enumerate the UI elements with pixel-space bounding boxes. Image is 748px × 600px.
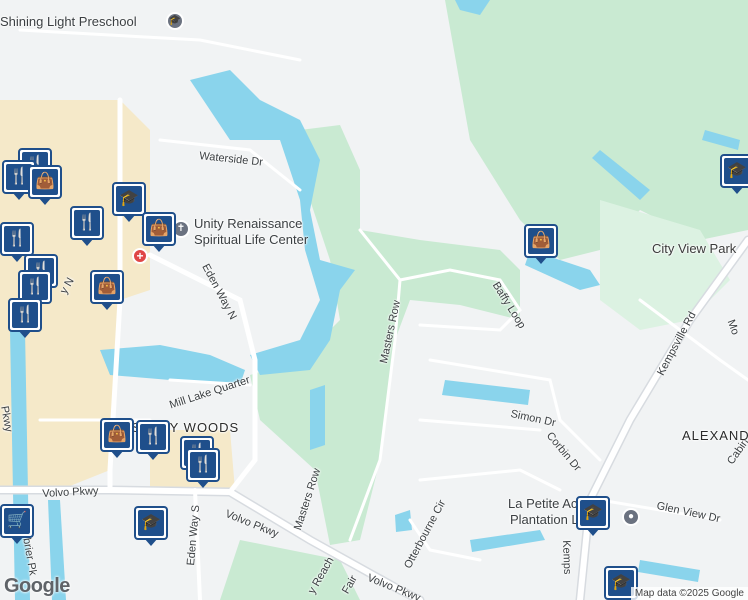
shopping-bag-icon: 👜 xyxy=(94,274,120,300)
graduation-cap-icon: 🎓 xyxy=(116,186,142,212)
school-poi-icon[interactable]: 🎓 xyxy=(166,12,184,30)
label-kemps: Kemps xyxy=(560,540,574,575)
fork-knife-icon: 🍴 xyxy=(190,452,216,478)
shopping-cart-marker[interactable]: 🛒 xyxy=(0,504,34,544)
label-unity-renaissance-line2[interactable]: Spiritual Life Center xyxy=(194,232,308,247)
fork-knife-icon: 🍴 xyxy=(140,424,166,450)
shopping-bag-icon: 👜 xyxy=(104,422,130,448)
shopping-bag-icon: 👜 xyxy=(528,228,554,254)
shopping-marker[interactable]: 👜 xyxy=(90,270,124,310)
fork-knife-icon: 🍴 xyxy=(4,226,30,252)
fork-knife-icon: 🍴 xyxy=(12,302,38,328)
restaurant-marker[interactable]: 🍴 xyxy=(70,206,104,246)
hospital-icon[interactable]: + xyxy=(132,248,148,264)
google-logo: Google xyxy=(4,575,70,597)
shopping-cart-icon: 🛒 xyxy=(4,508,30,534)
graduation-cap-icon: 🎓 xyxy=(138,510,164,536)
graduation-cap-icon: 🎓 xyxy=(724,158,748,184)
map-attribution[interactable]: Map data ©2025 Google xyxy=(630,587,748,600)
shopping-marker[interactable]: 👜 xyxy=(28,165,62,205)
label-city-view-park[interactable]: City View Park xyxy=(652,241,736,256)
school-marker[interactable]: 🎓 xyxy=(134,506,168,546)
map-canvas[interactable]: Waterside Dr Eden Way N Mill Lake Quarte… xyxy=(0,0,748,600)
restaurant-marker[interactable]: 🍴 xyxy=(0,222,34,262)
label-shining-light-preschool[interactable]: Shining Light Preschool xyxy=(0,14,137,29)
restaurant-marker[interactable]: 🍴 xyxy=(8,298,42,338)
info-poi-icon[interactable]: ● xyxy=(622,508,640,526)
graduation-cap-icon: 🎓 xyxy=(580,500,606,526)
fork-knife-icon: 🍴 xyxy=(74,210,100,236)
label-unity-renaissance-line1[interactable]: Unity Renaissance xyxy=(194,216,302,231)
shopping-bag-icon: 👜 xyxy=(32,169,58,195)
restaurant-marker[interactable]: 🍴 xyxy=(136,420,170,460)
school-marker[interactable]: 🎓 xyxy=(720,154,748,194)
shopping-marker[interactable]: 👜 xyxy=(100,418,134,458)
fork-knife-icon: 🍴 xyxy=(22,274,48,300)
label-alexandria: ALEXAND xyxy=(682,428,748,443)
pond-golf xyxy=(310,385,325,450)
restaurant-marker[interactable]: 🍴 xyxy=(186,448,220,488)
shopping-bag-icon: 👜 xyxy=(146,216,172,242)
school-marker[interactable]: 🎓 xyxy=(576,496,610,536)
school-marker[interactable]: 🎓 xyxy=(112,182,146,222)
shopping-marker[interactable]: 👜 xyxy=(142,212,176,252)
shopping-marker[interactable]: 👜 xyxy=(524,224,558,264)
